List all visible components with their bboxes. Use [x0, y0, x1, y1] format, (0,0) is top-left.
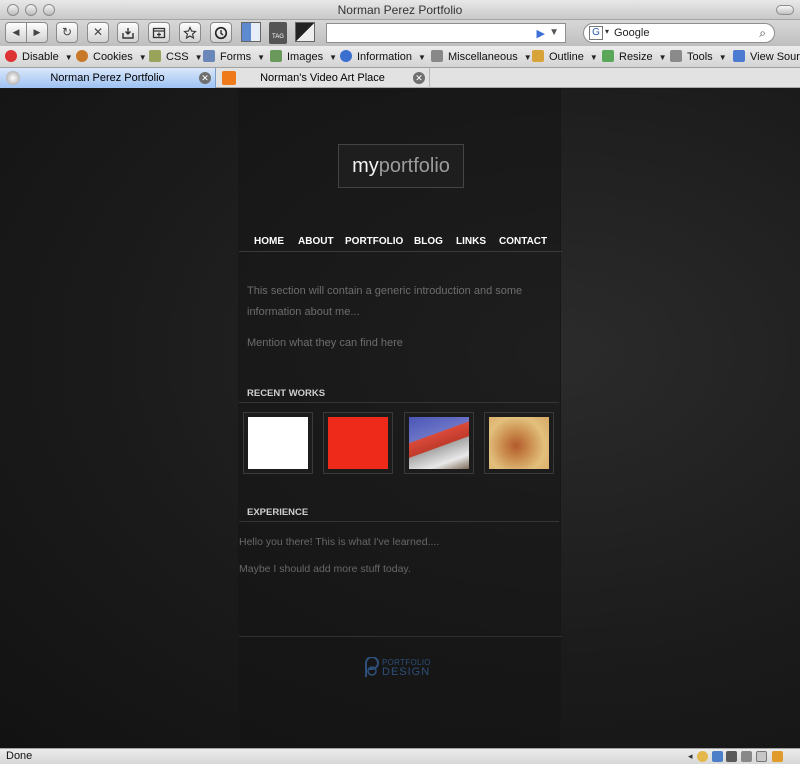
nav-home[interactable]: HOME: [254, 236, 284, 247]
stop-icon: ✕: [92, 25, 104, 39]
information-icon: [340, 50, 352, 62]
new-tab-button[interactable]: [148, 22, 170, 43]
tools-icon: [670, 50, 682, 62]
search-input[interactable]: G ▾ Google ⌕: [583, 23, 775, 43]
toolbar-toggle-button[interactable]: [776, 5, 794, 15]
firebug-icon[interactable]: [697, 751, 708, 762]
dev-menu-resize[interactable]: Resize ▼: [602, 50, 667, 64]
clock-icon: [214, 26, 228, 40]
content-column: myportfolio HOME ABOUT PORTFOLIO BLOG LI…: [238, 89, 562, 748]
reload-icon: ↻: [61, 25, 73, 39]
tab-bar: Norman Perez Portfolio ✕ Norman's Video …: [0, 68, 800, 88]
thumbnail-image: [409, 417, 469, 469]
new-tab-icon: [152, 27, 166, 39]
tab-close-icon[interactable]: ✕: [199, 72, 211, 84]
screen-icon[interactable]: [726, 751, 737, 762]
history-button[interactable]: [210, 22, 232, 43]
notes-icon[interactable]: [772, 751, 783, 762]
web-developer-toolbar: Disable ▼ Cookies ▼ CSS ▼ Forms ▼ Images ▼ In…: [0, 46, 800, 68]
intro-text: This section will contain a generic intr…: [247, 281, 547, 354]
engine-dropdown-icon[interactable]: ▾: [605, 27, 609, 36]
web-page: myportfolio HOME ABOUT PORTFOLIO BLOG LI…: [0, 89, 800, 748]
network-icon[interactable]: [712, 751, 723, 762]
contrast-icon[interactable]: [295, 22, 315, 42]
tab-normans-video-art-place[interactable]: Norman's Video Art Place ✕: [216, 68, 430, 88]
experience-heading: EXPERIENCE: [239, 507, 559, 522]
window-title: Norman Perez Portfolio: [337, 3, 463, 17]
nav-links[interactable]: LINKS: [456, 236, 486, 247]
status-bar: Done ◂: [0, 748, 800, 764]
search-placeholder: Google: [614, 27, 650, 39]
nav-blog[interactable]: BLOG: [414, 236, 443, 247]
work-thumbnail-2[interactable]: [323, 412, 393, 474]
window-titlebar: Norman Perez Portfolio: [0, 0, 800, 20]
dev-menu-information[interactable]: Information ▼: [340, 50, 426, 64]
nav-portfolio[interactable]: PORTFOLIO: [345, 236, 403, 247]
work-thumbnail-4[interactable]: [484, 412, 554, 474]
experience-line: Hello you there! This is what I've learn…: [239, 536, 440, 548]
css-icon: [149, 50, 161, 62]
intro-paragraph-2: Mention what they can find here: [247, 337, 403, 349]
dev-menu-outline[interactable]: Outline ▼: [532, 50, 598, 64]
footer-logo-bottom: DESIGN: [382, 666, 431, 678]
stop-button[interactable]: ✕: [87, 22, 109, 43]
tab-close-icon[interactable]: ✕: [413, 72, 425, 84]
thumbnail-image: [248, 417, 308, 469]
back-button[interactable]: ◀: [5, 22, 27, 43]
dev-menu-images[interactable]: Images ▼: [270, 50, 337, 64]
url-dropdown-icon[interactable]: ▼: [549, 27, 559, 38]
dev-menu-css[interactable]: CSS ▼: [149, 50, 203, 64]
intro-paragraph: This section will contain a generic intr…: [247, 285, 523, 318]
go-icon[interactable]: ▶: [537, 27, 545, 40]
tab-norman-perez-portfolio[interactable]: Norman Perez Portfolio ✕: [0, 68, 216, 88]
search-icon[interactable]: ⌕: [759, 26, 766, 41]
dev-menu-disable[interactable]: Disable ▼: [5, 50, 73, 64]
site-logo[interactable]: myportfolio: [338, 144, 464, 188]
forward-button[interactable]: ▶: [26, 22, 48, 43]
dev-menu-miscellaneous[interactable]: Miscellaneous ▼: [431, 50, 532, 64]
portfolio-design-logo[interactable]: PORTFOLIO DESIGN: [363, 657, 443, 679]
experience-line-2: Maybe I should add more stuff today.: [239, 563, 411, 575]
thumbnail-image: [328, 417, 388, 469]
miscellaneous-icon: [431, 50, 443, 62]
nav-about[interactable]: ABOUT: [298, 236, 334, 247]
disable-icon: [5, 50, 17, 62]
nav-contact[interactable]: CONTACT: [499, 236, 547, 247]
download-tray-icon: [122, 28, 134, 39]
outline-pencil-icon: [532, 50, 544, 62]
address-bar[interactable]: ▶ ▼: [326, 23, 566, 43]
star-icon: [183, 26, 197, 40]
back-icon: ◀: [12, 27, 20, 37]
status-text: Done: [6, 750, 33, 762]
resize-icon: [602, 50, 614, 62]
footer-divider: [239, 636, 562, 637]
navigation-toolbar: ◀ ▶ ↻ ✕ TAG ▶ ▼ G ▾ Google ⌕: [0, 20, 800, 46]
bookmark-button[interactable]: [179, 22, 201, 43]
view-source-icon: [733, 50, 745, 62]
resize-grip-icon: ◂: [688, 751, 693, 761]
dev-menu-cookies[interactable]: Cookies ▼: [76, 50, 147, 64]
dev-menu-tools[interactable]: Tools ▼: [670, 50, 727, 64]
cookie-icon: [76, 50, 88, 62]
work-thumbnail-1[interactable]: [243, 412, 313, 474]
google-engine-icon[interactable]: G: [589, 26, 603, 40]
tag-icon[interactable]: TAG: [269, 22, 287, 44]
dev-menu-view-source[interactable]: View Sourc: [733, 50, 800, 64]
thumbnail-image: [489, 417, 549, 469]
portfolio-design-mark-icon: [365, 657, 379, 677]
reload-button[interactable]: ↻: [56, 22, 78, 43]
images-icon: [270, 50, 282, 62]
home-button[interactable]: [117, 22, 139, 43]
grid-icon[interactable]: [741, 751, 752, 762]
site-nav: HOME ABOUT PORTFOLIO BLOG LINKS CONTACT: [239, 236, 562, 252]
work-thumbnail-3[interactable]: [404, 412, 474, 474]
recent-works-heading: RECENT WORKS: [239, 388, 559, 403]
forward-icon: ▶: [33, 27, 41, 37]
page-layout-icon[interactable]: [241, 22, 261, 42]
forms-icon: [203, 50, 215, 62]
dev-menu-forms[interactable]: Forms ▼: [203, 50, 265, 64]
mail-icon[interactable]: [756, 751, 767, 762]
